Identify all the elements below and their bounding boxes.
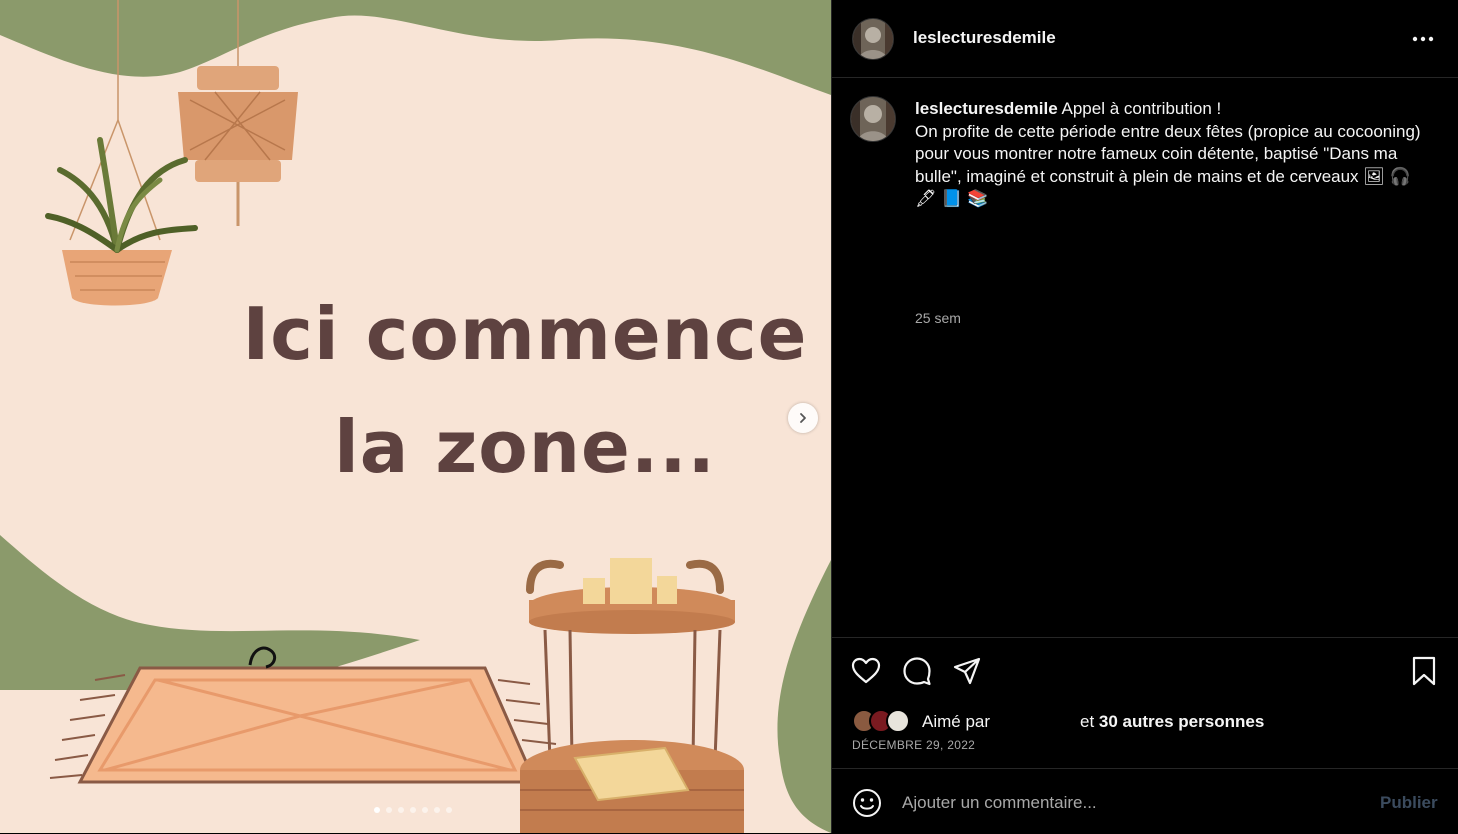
carousel-dot [446,807,452,813]
heart-icon [851,657,881,684]
publish-button[interactable]: Publier [1380,793,1438,813]
like-button[interactable] [850,655,882,687]
hanging-plant [45,137,198,306]
slide-heading-line1: Ici commence [242,292,808,376]
liker-avatar[interactable] [886,709,910,733]
caption-first-line: Appel à contribution ! [1061,99,1222,118]
more-options-button[interactable] [1410,26,1436,52]
comment-bar: Publier [832,768,1458,834]
bookmark-icon [1412,656,1436,686]
emoji-button[interactable] [852,788,882,818]
side-table [520,558,744,833]
more-horizontal-icon [1412,36,1434,42]
chevron-right-icon [800,413,806,423]
caption-area: leslecturesdemile Appel à contribution !… [832,78,1458,638]
share-button[interactable] [951,655,983,687]
paper-plane-icon [953,657,981,685]
post-media[interactable]: Ici commence la zone... [0,0,831,833]
post-header: leslecturesdemile [832,0,1458,78]
likes-connector: et [1080,712,1095,731]
likes-others[interactable]: 30 autres personnes [1099,712,1264,731]
carousel-dot [434,807,440,813]
carousel-dot [422,807,428,813]
instagram-post: Ici commence la zone... leslecturesdemil… [0,0,1458,833]
carousel-dot [398,807,404,813]
avatar[interactable] [852,18,894,60]
comment-input[interactable] [902,789,1342,817]
likes-summary: Aimé par et 30 autres personnes [852,708,1442,734]
carousel-dot [386,807,392,813]
post-details-panel: leslecturesdemile leslecturesdemile Appe… [831,0,1458,833]
header-username[interactable]: leslecturesdemile [913,28,1056,48]
post-time[interactable]: 25 sem [915,310,961,326]
save-button[interactable] [1408,655,1440,687]
liked-by-label: Aimé par [922,712,991,731]
post-actions: Aimé par et 30 autres personnes DÉCEMBRE… [832,637,1458,769]
green-shape-top [0,0,831,95]
avatar[interactable] [850,96,896,142]
carousel-indicator [374,807,452,813]
green-shape-right [777,560,831,833]
carousel-dot [410,807,416,813]
next-slide-button[interactable] [788,403,818,433]
profile-photo [851,97,895,141]
likes-count[interactable]: et 30 autres personnes [1080,712,1264,732]
profile-photo [853,19,893,59]
slide-heading-line2: la zone... [334,405,716,489]
hanging-lamp [178,66,298,226]
smiley-icon [853,789,881,817]
caption-username[interactable]: leslecturesdemile [915,99,1058,118]
comment-button[interactable] [901,655,933,687]
post-date[interactable]: DÉCEMBRE 29, 2022 [852,738,975,752]
carousel-dot [374,807,380,813]
caption-body: On profite de cette période entre deux f… [915,121,1421,209]
comment-icon [903,657,931,686]
caption: leslecturesdemile Appel à contribution !… [915,98,1425,210]
